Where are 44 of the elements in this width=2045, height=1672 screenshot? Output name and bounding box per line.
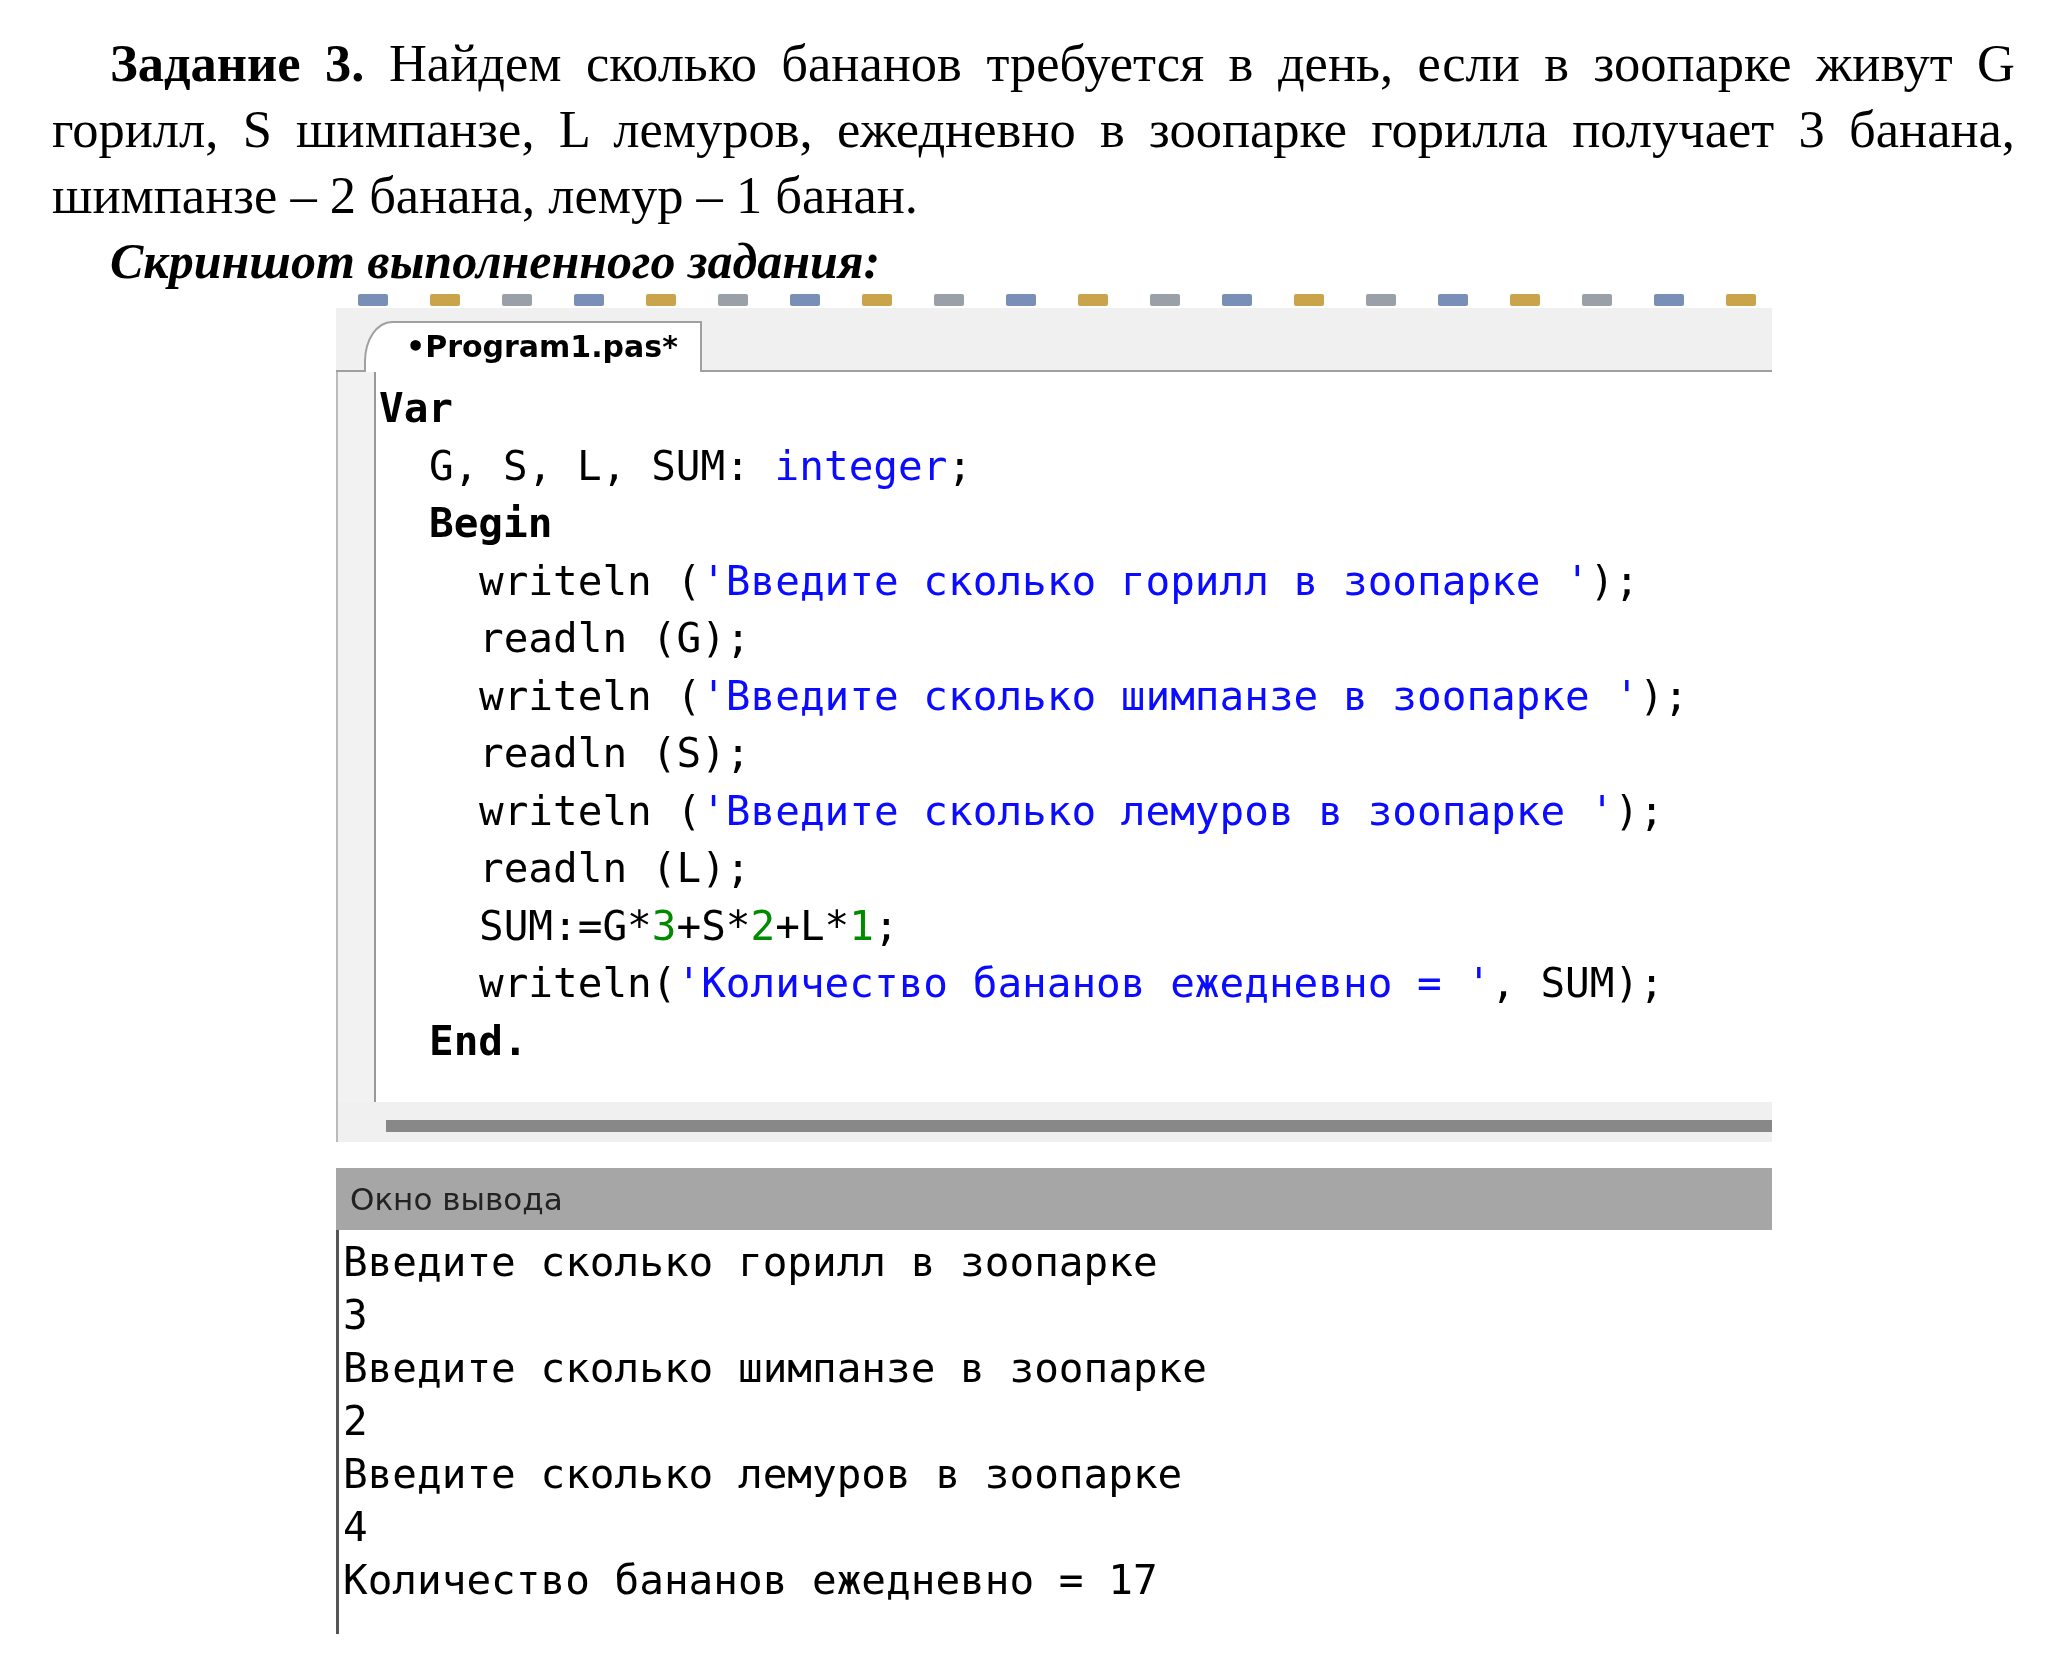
toolbar-icon[interactable]	[1724, 294, 1758, 308]
toolbar-icon[interactable]	[572, 294, 606, 308]
output-line: 2	[343, 1396, 369, 1447]
toolbar-icon[interactable]	[356, 294, 390, 308]
task-text: Задание 3. Найдем сколько бананов требуется в день, если в зоопарке живут G горилл, S шимпанзе, L лемуров, ежедневно в зоопарке горилла получает 3 банана, шимпанзе – 2 банана, лемур – 1 банан.	[52, 33, 2015, 226]
output-line: 4	[343, 1502, 369, 1553]
toolbar-icon[interactable]	[860, 294, 894, 308]
toolbar-icon[interactable]	[932, 294, 966, 308]
toolbar-icon[interactable]	[1292, 294, 1326, 308]
toolbar-icon[interactable]	[1580, 294, 1614, 308]
code-line: writeln ('Введите сколько лемуров в зоопарке ');	[479, 785, 1665, 837]
code-line: writeln('Количество бананов ежедневно = ', SUM);	[479, 958, 1665, 1009]
toolbar-icon[interactable]	[1652, 294, 1686, 308]
output-line: Введите сколько лемуров в зоопарке	[343, 1449, 1184, 1500]
code-line: Begin	[429, 498, 554, 549]
caption: Скриншот выполненного задания:	[110, 232, 882, 291]
output-line: Количество бананов ежедневно = 17	[343, 1555, 1159, 1606]
code-line: writeln ('Введите сколько горилл в зоопарке ');	[479, 555, 1641, 607]
code-line: readln (S);	[479, 728, 752, 779]
toolbar-icon[interactable]	[1436, 294, 1470, 308]
file-tab[interactable]: •Program1.pas*	[364, 321, 702, 372]
code-line: G, S, L, SUM: integer;	[429, 440, 974, 492]
code-line: readln (G);	[479, 613, 752, 664]
toolbar-icon[interactable]	[428, 294, 462, 308]
output-line: Введите сколько шимпанзе в зоопарке	[343, 1343, 1208, 1394]
toolbar-icon[interactable]	[1148, 294, 1182, 308]
toolbar-icon[interactable]	[1508, 294, 1542, 308]
toolbar-icon[interactable]	[716, 294, 750, 308]
toolbar-icon[interactable]	[644, 294, 678, 308]
toolbar-icon[interactable]	[1220, 294, 1254, 308]
toolbar-icon[interactable]	[788, 294, 822, 308]
output-line: Введите сколько горилл в зоопарке	[343, 1237, 1159, 1288]
toolbar-icon[interactable]	[500, 294, 534, 308]
code-line: End.	[429, 1015, 529, 1067]
code-line: Var	[379, 383, 455, 434]
horizontal-scrollbar[interactable]	[336, 1102, 1772, 1142]
output-panel-title: Окно вывода	[350, 1181, 563, 1217]
toolbar-icon[interactable]	[1004, 294, 1038, 308]
output-line: 3	[343, 1290, 369, 1341]
toolbar-icon[interactable]	[1076, 294, 1110, 308]
code-line: writeln ('Введите сколько шимпанзе в зоопарке ');	[479, 670, 1689, 722]
toolbar-icon[interactable]	[1364, 294, 1398, 308]
code-line: SUM:=G*3+S*2+L*1;	[479, 900, 900, 952]
code-line: readln (L);	[479, 843, 752, 894]
